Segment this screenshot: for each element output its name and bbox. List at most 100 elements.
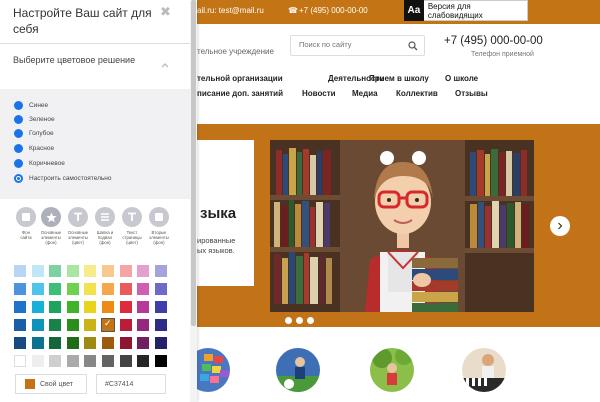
tool-secondary-elements-bg[interactable]: Вторые элементы (фон) [146,207,172,246]
color-swatch[interactable] [119,283,132,295]
color-swatch[interactable] [14,319,26,331]
color-swatch[interactable] [119,355,132,367]
slider-dot[interactable] [285,317,292,324]
nav-item[interactable]: Новости [302,89,336,98]
slider-dot[interactable] [296,317,303,324]
color-swatch[interactable] [102,301,114,313]
color-swatch[interactable] [137,283,150,295]
color-swatch[interactable] [137,355,150,367]
color-swatch[interactable] [84,337,97,349]
section-thumb-music[interactable] [462,348,506,392]
color-swatch[interactable] [102,337,114,349]
color-swatch[interactable] [66,319,79,331]
reception-phone[interactable]: +7 (495) 000-00-00 [444,35,543,47]
color-swatch[interactable] [14,301,26,313]
topbar-phone[interactable]: ☎+7 (495) 000-00-00 [288,6,368,15]
color-swatch[interactable] [31,355,44,367]
color-swatch[interactable] [84,283,97,295]
color-swatch[interactable] [119,337,132,349]
slider-dot[interactable] [307,317,314,324]
option-blue[interactable]: Синее [14,100,48,110]
color-swatch[interactable] [31,265,44,277]
color-swatch[interactable] [154,265,167,277]
color-swatch[interactable] [154,301,167,313]
color-swatch[interactable] [49,355,62,367]
nav-item[interactable]: Прием в школу [369,74,429,83]
color-swatch[interactable] [31,301,44,313]
color-swatch[interactable] [49,319,62,331]
section-thumb-nature[interactable] [370,348,414,392]
color-swatch[interactable] [49,301,62,313]
topbar-email[interactable]: ail.ru: test@mail.ru [197,6,264,15]
color-swatch[interactable] [137,319,150,331]
nav-item[interactable]: писание доп. занятий [197,89,283,98]
color-swatch[interactable] [102,265,114,277]
color-swatch[interactable] [84,301,97,313]
radio-dot[interactable] [14,114,23,124]
hex-color-input[interactable] [96,374,166,394]
option-light-blue[interactable]: Голубое [14,128,54,138]
slider-next-button[interactable] [550,216,570,236]
nav-item[interactable]: тельной организации [197,74,283,83]
color-swatch[interactable] [137,337,150,349]
color-swatch[interactable] [84,265,97,277]
color-swatch[interactable] [66,283,79,295]
close-icon[interactable]: ✖ [160,4,171,20]
color-swatch[interactable] [14,355,26,367]
color-scheme-section-label[interactable]: Выберите цветовое решение [13,54,153,66]
tool-main-elements-color[interactable]: Основные элементы (цвет) [65,207,91,246]
color-swatch[interactable] [102,355,114,367]
radio-dot[interactable] [14,158,23,168]
color-swatch[interactable] [154,337,167,349]
color-swatch[interactable] [31,319,44,331]
color-swatch[interactable] [14,337,26,349]
color-swatch[interactable] [84,355,97,367]
color-swatch[interactable] [119,301,132,313]
option-red[interactable]: Красное [14,143,54,153]
color-swatch[interactable] [154,355,167,367]
search-icon[interactable] [408,41,418,51]
color-swatch[interactable] [154,319,167,331]
color-swatch[interactable] [119,319,132,331]
color-swatch[interactable] [49,283,62,295]
nav-item[interactable]: Отзывы [455,89,488,98]
tool-page-text-color[interactable]: Текст страницы (цвет) [119,207,145,246]
color-swatch[interactable] [101,318,115,332]
accessibility-version-button[interactable]: Aa Версия для слабовидящих [404,0,528,21]
tool-header-footer-bg[interactable]: Шапка и подвал (фон) [92,207,118,246]
tool-site-background[interactable]: Фон сайта [13,207,39,240]
color-swatch[interactable] [66,337,79,349]
color-swatch[interactable] [137,301,150,313]
option-custom[interactable]: Настроить самостоятельно [14,173,112,183]
option-green[interactable]: Зеленое [14,114,55,124]
radio-dot[interactable] [14,100,23,110]
color-swatch[interactable] [137,265,150,277]
color-swatch[interactable] [66,301,79,313]
color-swatch[interactable] [102,283,114,295]
nav-item[interactable]: Медиа [352,89,378,98]
color-swatch[interactable] [66,265,79,277]
site-search-input[interactable] [299,40,404,49]
nav-item[interactable]: Коллектив [396,89,438,98]
color-swatch[interactable] [49,265,62,277]
color-swatch[interactable] [66,355,79,367]
color-swatch[interactable] [14,283,26,295]
color-swatch[interactable] [14,265,26,277]
color-swatch[interactable] [49,337,62,349]
tool-main-elements-bg[interactable]: Основные элементы (фон) [38,207,64,246]
section-thumb-sports[interactable] [276,348,320,392]
color-swatch[interactable] [31,337,44,349]
radio-dot[interactable] [14,128,23,138]
panel-scrollbar-thumb[interactable] [191,0,196,326]
radio-dot-selected[interactable] [14,173,23,183]
chevron-up-icon[interactable] [161,60,169,70]
color-swatch[interactable] [154,283,167,295]
own-color-button[interactable]: Свой цвет [15,374,87,394]
nav-item[interactable]: О школе [445,74,478,83]
site-search-box[interactable] [290,35,425,56]
color-swatch[interactable] [31,283,44,295]
color-swatch[interactable] [84,319,97,331]
option-brown[interactable]: Коричневое [14,158,65,168]
radio-dot[interactable] [14,143,23,153]
color-swatch[interactable] [119,265,132,277]
